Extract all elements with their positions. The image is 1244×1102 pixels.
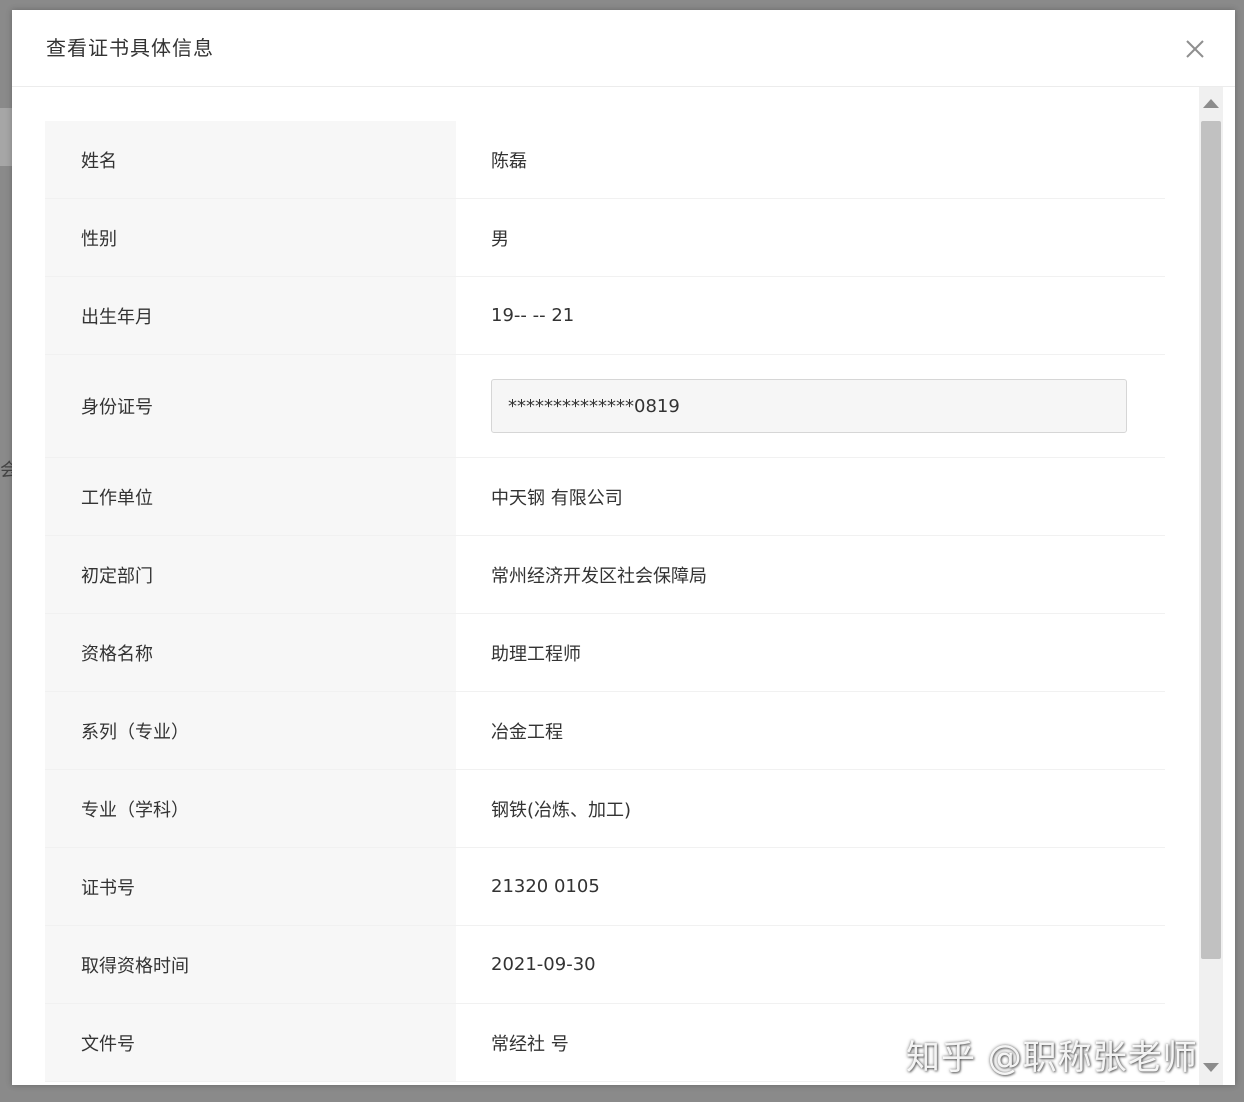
field-label: 专业（学科） [45, 770, 456, 847]
vertical-scrollbar[interactable] [1199, 87, 1223, 1085]
dialog-title: 查看证书具体信息 [46, 36, 214, 60]
field-label: 取得资格时间 [45, 926, 456, 1003]
backdrop-tab [0, 108, 12, 166]
field-value: 19-- -- 21 [456, 277, 1165, 354]
info-table: 姓名 陈磊 性别 男 出生年月 19-- -- 21 身份证号 ********… [45, 121, 1165, 1082]
table-row-employer: 工作单位 中天钢 有限公司 [45, 458, 1165, 536]
table-row-name: 姓名 陈磊 [45, 121, 1165, 199]
field-value: 冶金工程 [456, 692, 1165, 769]
field-value: 2021-09-30 [456, 926, 1165, 1003]
table-row-major: 专业（学科） 钢铁(冶炼、加工) [45, 770, 1165, 848]
arrow-down-icon[interactable] [1203, 1063, 1219, 1072]
table-row-department: 初定部门 常州经济开发区社会保障局 [45, 536, 1165, 614]
table-row-birth: 出生年月 19-- -- 21 [45, 277, 1165, 355]
field-label: 身份证号 [45, 355, 456, 457]
table-row-series: 系列（专业） 冶金工程 [45, 692, 1165, 770]
watermark: 知乎 @职称张老师 [906, 1038, 1198, 1078]
field-value: 男 [456, 199, 1165, 276]
field-label: 出生年月 [45, 277, 456, 354]
field-label: 性别 [45, 199, 456, 276]
field-value: 钢铁(冶炼、加工) [456, 770, 1165, 847]
field-value-cell: **************0819 [456, 355, 1165, 457]
field-label: 姓名 [45, 121, 456, 198]
field-label: 文件号 [45, 1004, 456, 1081]
table-row-id-number: 身份证号 **************0819 [45, 355, 1165, 458]
table-row-qualification: 资格名称 助理工程师 [45, 614, 1165, 692]
scrollbar-thumb[interactable] [1201, 121, 1221, 959]
field-value: 中天钢 有限公司 [456, 458, 1165, 535]
table-row-date: 取得资格时间 2021-09-30 [45, 926, 1165, 1004]
field-value: 常州经济开发区社会保障局 [456, 536, 1165, 613]
field-value: 21320 0105 [456, 848, 1165, 925]
field-value: 助理工程师 [456, 614, 1165, 691]
dialog-header: 查看证书具体信息 [12, 10, 1235, 87]
field-label: 证书号 [45, 848, 456, 925]
field-value: 陈磊 [456, 121, 1165, 198]
arrow-up-icon[interactable] [1203, 99, 1219, 108]
certificate-dialog: 查看证书具体信息 姓名 陈磊 性别 男 出生年月 19-- -- 21 身份证号 [12, 10, 1235, 1085]
table-row-certificate-number: 证书号 21320 0105 [45, 848, 1165, 926]
field-label: 工作单位 [45, 458, 456, 535]
dialog-body: 姓名 陈磊 性别 男 出生年月 19-- -- 21 身份证号 ********… [12, 87, 1235, 1085]
field-label: 系列（专业） [45, 692, 456, 769]
field-label: 资格名称 [45, 614, 456, 691]
close-icon[interactable] [1182, 36, 1208, 62]
field-label: 初定部门 [45, 536, 456, 613]
table-row-gender: 性别 男 [45, 199, 1165, 277]
id-number-field[interactable]: **************0819 [491, 379, 1127, 433]
